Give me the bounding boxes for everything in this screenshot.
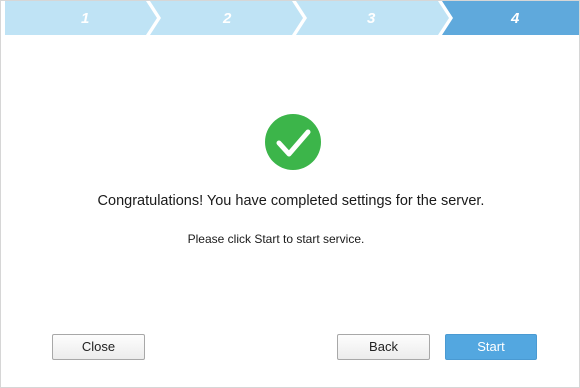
step-2-label: 2 [222,10,232,27]
step-3-label: 3 [367,10,376,27]
completion-sub-message: Please click Start to start service. [187,232,365,246]
completion-message: Congratulations! You have completed sett… [97,193,485,209]
step-1-label: 1 [81,10,89,27]
start-button[interactable]: Start [445,334,537,360]
back-button[interactable]: Back [337,334,430,360]
step-4-label: 4 [510,10,520,27]
wizard-stepper: 1 2 3 4 [5,1,579,35]
close-button[interactable]: Close [52,334,145,360]
wizard-dialog: 1 2 3 4 Congratulations! You have comple… [0,0,580,388]
check-circle-icon [264,113,322,171]
